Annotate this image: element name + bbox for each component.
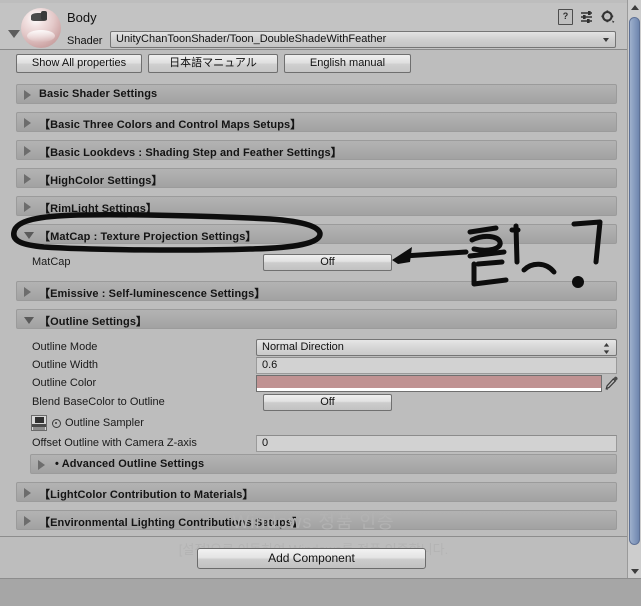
section-title: 【RimLight Settings】 (39, 203, 158, 215)
matcap-label: MatCap (32, 256, 71, 268)
help-icon[interactable]: ? (558, 9, 573, 25)
blend-basecolor-toggle-button[interactable]: Off (263, 394, 392, 411)
material-preview-thumbnail (21, 8, 61, 48)
section-title: 【Emissive : Self-luminescence Settings】 (39, 288, 266, 300)
offset-outline-label: Offset Outline with Camera Z-axis (32, 437, 197, 449)
section-header-basic-shader-settings[interactable]: Basic Shader Settings (16, 84, 617, 104)
outline-mode-label: Outline Mode (32, 341, 98, 353)
chevron-down-icon (24, 232, 34, 239)
eyedropper-icon[interactable] (605, 375, 619, 391)
add-component-button[interactable]: Add Component (197, 548, 426, 569)
matcap-toggle-button[interactable]: Off (263, 254, 392, 271)
blend-basecolor-label: Blend BaseColor to Outline (32, 396, 165, 408)
section-title: 【Basic Three Colors and Control Maps Set… (39, 119, 302, 131)
section-title: 【Outline Settings】 (39, 316, 148, 328)
outline-color-swatch[interactable] (256, 375, 602, 392)
chevron-right-icon (24, 287, 31, 297)
chevron-right-icon (24, 488, 31, 498)
section-title: 【Environmental Lighting Contributions Se… (39, 517, 304, 529)
english-manual-button[interactable]: English manual (284, 54, 411, 73)
shader-dropdown[interactable]: UnityChanToonShader/Toon_DoubleShadeWith… (110, 31, 616, 48)
section-title: • Advanced Outline Settings (55, 458, 205, 470)
section-header-environmental-lighting[interactable]: 【Environmental Lighting Contributions Se… (16, 510, 617, 530)
material-header: Body Shader UnityChanToonShader/Toon_Dou… (0, 3, 627, 50)
gear-icon[interactable] (601, 10, 615, 24)
section-title: 【LightColor Contribution to Materials】 (39, 489, 254, 501)
section-header-advanced-outline-settings[interactable]: • Advanced Outline Settings (30, 454, 617, 474)
outline-mode-value: Normal Direction (262, 341, 344, 353)
bottom-strip (0, 578, 641, 606)
section-header-matcap-settings[interactable]: 【MatCap : Texture Projection Settings】 (16, 224, 617, 244)
section-title: 【MatCap : Texture Projection Settings】 (39, 231, 257, 243)
shader-label: Shader (67, 35, 103, 47)
scrollbar-thumb[interactable] (629, 17, 640, 545)
section-header-outline-settings[interactable]: 【Outline Settings】 (16, 309, 617, 329)
preset-icon[interactable] (580, 10, 594, 24)
manual-button-row: Show All properties 日本語マニュアル English man… (0, 54, 627, 78)
chevron-right-icon (24, 174, 31, 184)
section-header-basic-three-colors[interactable]: 【Basic Three Colors and Control Maps Set… (16, 112, 617, 132)
chevron-right-icon (24, 90, 31, 100)
chevron-right-icon (38, 460, 45, 470)
outline-sampler-label: Outline Sampler (65, 417, 144, 429)
outline-width-input[interactable]: 0.6 (256, 357, 617, 374)
chevron-down-icon (603, 38, 609, 42)
header-icon-group: ? (558, 9, 615, 25)
show-all-properties-button[interactable]: Show All properties (16, 54, 142, 73)
section-header-basic-lookdevs[interactable]: 【Basic Lookdevs : Shading Step and Feath… (16, 140, 617, 160)
section-header-rimlight-settings[interactable]: 【RimLight Settings】 (16, 196, 617, 216)
chevron-right-icon (24, 118, 31, 128)
section-title: 【Basic Lookdevs : Shading Step and Feath… (39, 147, 342, 159)
section-header-lightcolor-contribution[interactable]: 【LightColor Contribution to Materials】 (16, 482, 617, 502)
annotation-arrow-shaft (401, 249, 469, 259)
section-header-highcolor-settings[interactable]: 【HighColor Settings】 (16, 168, 617, 188)
material-foldout-arrow-icon[interactable] (8, 30, 20, 38)
shader-dropdown-value: UnityChanToonShader/Toon_DoubleShadeWith… (116, 33, 387, 45)
color-alpha-bar (257, 388, 601, 391)
section-header-emissive-settings[interactable]: 【Emissive : Self-luminescence Settings】 (16, 281, 617, 301)
texture-thumbnail-icon[interactable] (31, 415, 47, 431)
outline-color-label: Outline Color (32, 377, 97, 389)
outline-width-label: Outline Width (32, 359, 99, 371)
annotation-arrow-head (392, 247, 412, 264)
offset-outline-input[interactable]: 0 (256, 435, 617, 452)
object-select-icon[interactable] (52, 419, 61, 428)
chevron-right-icon (24, 146, 31, 156)
outline-mode-dropdown[interactable]: Normal Direction (256, 339, 617, 356)
material-inspector-panel: Body Shader UnityChanToonShader/Toon_Dou… (0, 0, 641, 606)
chevron-right-icon (24, 516, 31, 526)
updown-arrows-icon (603, 342, 610, 355)
footer-divider (0, 536, 627, 537)
chevron-down-icon (24, 317, 34, 324)
scroll-down-icon[interactable] (628, 565, 641, 578)
japanese-manual-button[interactable]: 日本語マニュアル (148, 54, 278, 73)
section-title: Basic Shader Settings (39, 88, 158, 100)
material-name: Body (67, 10, 97, 25)
section-title: 【HighColor Settings】 (39, 175, 163, 187)
scroll-up-icon[interactable] (628, 0, 641, 13)
chevron-right-icon (24, 202, 31, 212)
vertical-scrollbar[interactable] (627, 0, 641, 578)
